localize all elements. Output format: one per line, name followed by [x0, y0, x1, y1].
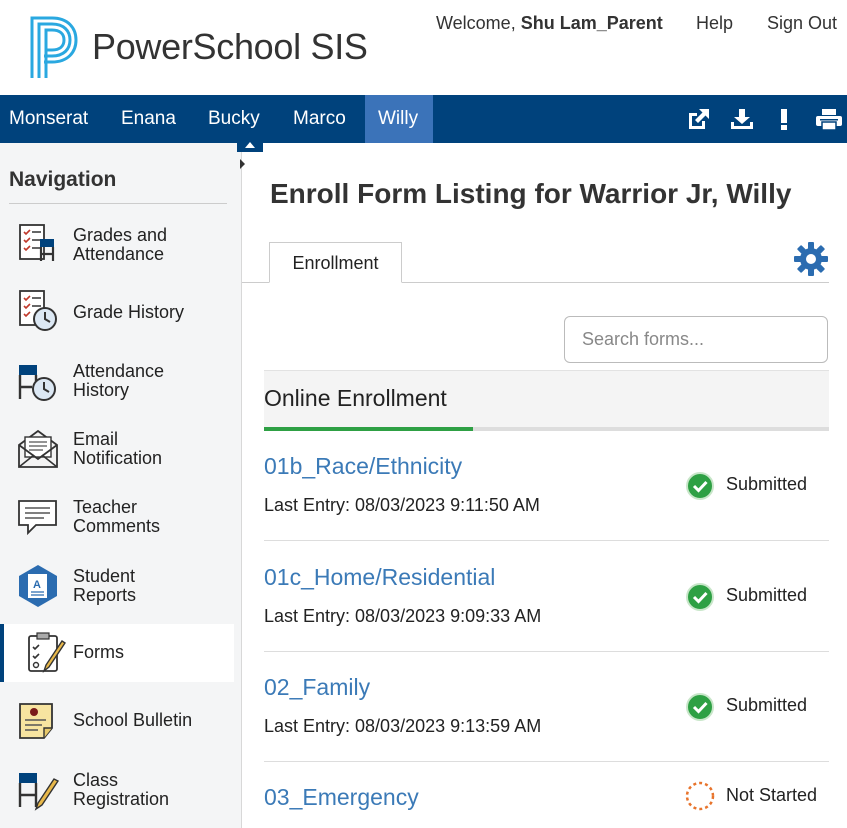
form-link-family[interactable]: 02_Family [264, 674, 370, 701]
print-icon[interactable] [815, 107, 843, 131]
nav-divider [9, 203, 227, 204]
form-link-home-residential[interactable]: 01c_Home/Residential [264, 564, 495, 591]
student-tab-bucky[interactable]: Bucky [199, 95, 269, 143]
nav-label-grade-history: Grade History [73, 302, 185, 322]
svg-text:A: A [33, 579, 41, 591]
form-status: Submitted [726, 695, 808, 715]
form-row: 02_Family Last Entry: 08/03/2023 9:13:59… [264, 652, 829, 762]
student-tab-monserat[interactable]: Monserat [0, 95, 97, 143]
submitted-check-icon [686, 693, 714, 721]
nav-label-teacher-comments: Teacher Comments [73, 497, 161, 536]
student-tab-willy[interactable]: Willy [365, 95, 433, 143]
nav-label-school-bulletin: School Bulletin [73, 710, 193, 730]
form-status: Submitted [726, 474, 808, 494]
nav-item-grade-history[interactable]: Grade History [0, 282, 234, 340]
comments-icon [18, 500, 57, 536]
form-row: 01c_Home/Residential Last Entry: 08/03/2… [264, 542, 829, 652]
sidebar: Navigation Grades and Attendance Grade Hi… [0, 143, 242, 828]
bulletin-icon [19, 703, 53, 739]
student-tabs-bar: Monserat Enana Bucky Marco Willy [0, 95, 847, 143]
student-tab-marco[interactable]: Marco [284, 95, 355, 143]
nav-label-student-reports: Student Reports [73, 566, 137, 605]
attendance-history-icon [18, 365, 56, 401]
user-name: Shu Lam_Parent [520, 13, 663, 33]
submitted-check-icon [686, 583, 714, 611]
nav-title: Navigation [9, 168, 117, 191]
alert-icon[interactable] [771, 107, 797, 131]
form-last-entry: Last Entry: 08/03/2023 9:09:33 AM [264, 606, 542, 626]
student-tab-enana[interactable]: Enana [112, 95, 185, 143]
nav-item-school-bulletin[interactable]: School Bulletin [0, 691, 234, 749]
nav-item-teacher-comments[interactable]: Teacher Comments [0, 488, 234, 546]
nav-item-attendance-history[interactable]: Attendance History [0, 352, 234, 410]
nav-label-email-notification: Email Notification [73, 429, 163, 468]
page-title: Enroll Form Listing for Warrior Jr, Will… [270, 178, 792, 209]
class-registration-icon [18, 773, 60, 811]
nav-item-forms[interactable]: Forms [0, 624, 234, 682]
form-row: 03_Emergency Not Started [264, 762, 829, 828]
nav-item-class-registration[interactable]: Class Registration [0, 760, 234, 818]
help-link[interactable]: Help [696, 13, 733, 34]
grade-history-icon [19, 290, 57, 331]
gear-icon[interactable] [793, 241, 829, 277]
brand-name: PowerSchool SIS [92, 26, 368, 67]
form-status: Not Started [726, 785, 818, 805]
nav-label-class-registration: Class Registration [73, 770, 170, 809]
powerschool-logo [30, 16, 78, 78]
submitted-check-icon [686, 472, 714, 500]
form-link-race-ethnicity[interactable]: 01b_Race/Ethnicity [264, 453, 462, 480]
reports-icon: A [19, 565, 57, 607]
download-icon[interactable] [729, 107, 755, 131]
nav-item-student-reports[interactable]: A Student Reports [0, 557, 234, 615]
grades-attendance-icon [19, 224, 55, 261]
nav-label-grades-attendance: Grades and Attendance [73, 225, 168, 264]
sign-out-link[interactable]: Sign Out [767, 13, 837, 34]
not-started-icon [685, 781, 715, 811]
tab-enrollment[interactable]: Enrollment [269, 242, 402, 283]
welcome-text: Welcome, Shu Lam_Parent [436, 13, 663, 33]
form-last-entry: Last Entry: 08/03/2023 9:11:50 AM [264, 495, 540, 515]
form-status: Submitted [726, 585, 808, 605]
nav-label-forms: Forms [73, 642, 124, 662]
app-header: PowerSchool SIS Welcome, Shu Lam_Parent … [0, 0, 847, 95]
online-enrollment-section: Online Enrollment [264, 370, 829, 431]
nav-label-attendance-history: Attendance History [73, 361, 165, 400]
search-forms-input[interactable] [564, 316, 828, 363]
forms-icon [28, 632, 66, 674]
form-link-emergency[interactable]: 03_Emergency [264, 784, 419, 811]
form-row: 01b_Race/Ethnicity Last Entry: 08/03/202… [264, 431, 829, 541]
nav-item-grades-attendance[interactable]: Grades and Attendance [0, 214, 234, 272]
email-icon [18, 429, 58, 468]
nav-item-email-notification[interactable]: Email Notification [0, 420, 234, 478]
form-last-entry: Last Entry: 08/03/2023 9:13:59 AM [264, 716, 542, 736]
section-title: Online Enrollment [264, 385, 447, 411]
sidebar-collapse-icon[interactable] [237, 138, 263, 178]
external-link-icon[interactable] [686, 107, 712, 131]
